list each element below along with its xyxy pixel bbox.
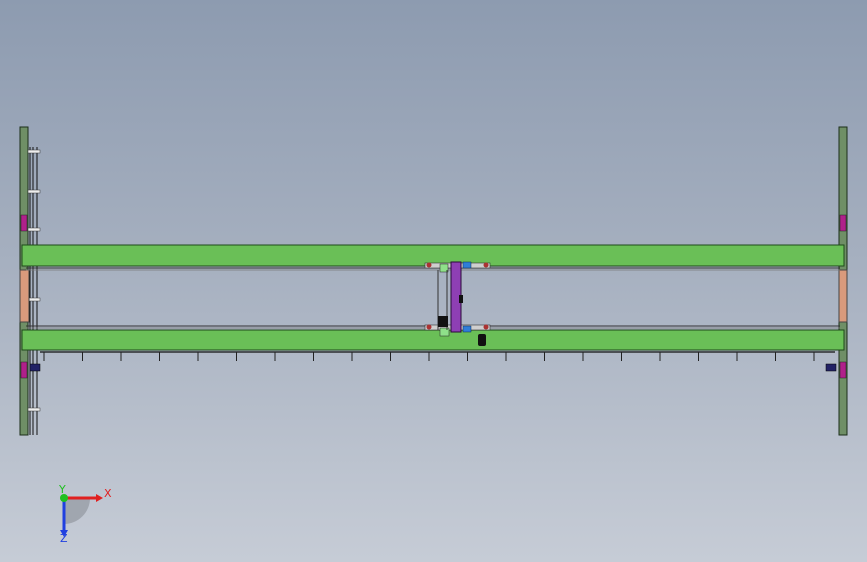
right-end-column <box>825 126 848 436</box>
left-end-column <box>19 126 41 436</box>
coordinate-triad: X Y Z <box>58 483 112 545</box>
x-axis-label: X <box>104 487 112 500</box>
y-axis-label: Y <box>58 483 66 496</box>
z-axis-label: Z <box>60 532 68 545</box>
hanger-row <box>43 352 815 361</box>
cad-viewport[interactable]: X Y Z <box>0 0 867 562</box>
